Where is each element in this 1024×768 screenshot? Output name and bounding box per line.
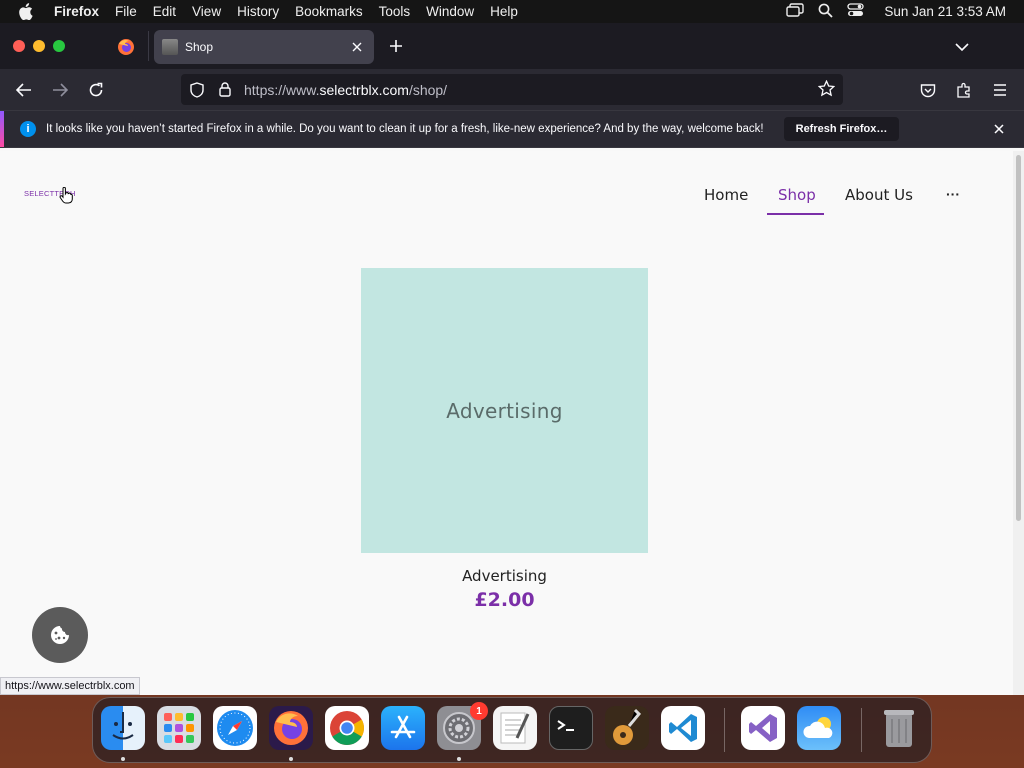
textedit-icon[interactable] <box>493 706 537 750</box>
control-center-icon[interactable] <box>847 3 865 20</box>
tracking-protection-shield-icon[interactable] <box>188 81 206 99</box>
weather-icon[interactable] <box>797 706 841 750</box>
garageband-icon[interactable] <box>605 706 649 750</box>
scrollbar-thumb[interactable] <box>1016 155 1021 521</box>
product-name[interactable]: Advertising <box>361 567 648 585</box>
menu-history[interactable]: History <box>229 0 287 23</box>
app-store-icon[interactable] <box>381 706 425 750</box>
visual-studio-icon[interactable] <box>741 706 785 750</box>
menu-bookmarks[interactable]: Bookmarks <box>287 0 371 23</box>
dock: 1 <box>92 697 932 763</box>
link-status-url: https://www.selectrblx.com <box>0 677 140 695</box>
navigation-toolbar: https://www.selectrblx.com/shop/ <box>0 69 1024 110</box>
tab-title: Shop <box>185 40 214 54</box>
close-tab-icon[interactable] <box>349 39 365 55</box>
nav-link-shop[interactable]: Shop <box>778 186 816 204</box>
cookie-icon <box>51 626 69 644</box>
url-domain: selectrblx.com <box>319 81 409 98</box>
firefox-dock-icon[interactable] <box>269 706 313 750</box>
notification-bar: i It looks like you haven’t started Fire… <box>0 110 1024 148</box>
extensions-puzzle-icon[interactable] <box>953 79 975 101</box>
notification-text: It looks like you haven’t started Firefo… <box>46 123 764 135</box>
finder-running-indicator <box>121 757 125 761</box>
finder-icon[interactable] <box>101 706 145 750</box>
page-scrollbar[interactable] <box>1013 151 1024 695</box>
site-navigation: Home Shop About Us ··· <box>0 183 1013 219</box>
list-all-tabs-chevron-down-icon[interactable] <box>952 37 972 57</box>
menu-window[interactable]: Window <box>418 0 482 23</box>
safari-icon[interactable] <box>213 706 257 750</box>
menu-view[interactable]: View <box>184 0 229 23</box>
menu-app-name[interactable]: Firefox <box>46 0 107 23</box>
cookie-settings-button[interactable] <box>32 607 88 663</box>
chrome-icon[interactable] <box>325 706 369 750</box>
bookmark-star-icon[interactable] <box>817 79 836 100</box>
url-path: /shop/ <box>408 81 448 98</box>
firefox-window: Shop https://www.selectrblx.com/shop/ i … <box>0 23 1024 695</box>
nav-more-ellipsis-icon[interactable]: ··· <box>946 186 960 202</box>
refresh-firefox-button[interactable]: Refresh Firefox… <box>783 117 900 141</box>
minimize-window-button[interactable] <box>33 40 45 52</box>
reload-icon[interactable] <box>85 79 107 101</box>
firefox-icon <box>118 39 134 55</box>
nav-link-about-us[interactable]: About Us <box>845 186 913 204</box>
product-image-text: Advertising <box>446 398 563 423</box>
system-settings-running-indicator <box>457 757 461 761</box>
menu-tools[interactable]: Tools <box>371 0 419 23</box>
menu-extras: Sun Jan 21 3:53 AM <box>786 0 1006 23</box>
back-arrow-icon[interactable] <box>13 79 35 101</box>
zoom-window-button[interactable] <box>53 40 65 52</box>
firefox-running-indicator <box>289 757 293 761</box>
nav-link-home[interactable]: Home <box>704 186 748 204</box>
tab-favicon-icon <box>162 39 178 55</box>
screen-mirroring-icon[interactable] <box>786 3 805 20</box>
spotlight-search-icon[interactable] <box>818 3 834 21</box>
new-tab-plus-icon[interactable] <box>386 36 406 56</box>
menu-help[interactable]: Help <box>482 0 526 23</box>
close-notification-icon[interactable] <box>992 122 1006 136</box>
active-nav-underline <box>767 213 824 215</box>
hamburger-menu-icon[interactable] <box>989 79 1011 101</box>
menu-bar: Firefox File Edit View History Bookmarks… <box>0 0 1024 23</box>
menu-clock[interactable]: Sun Jan 21 3:53 AM <box>884 4 1006 19</box>
url-prefix: https://www. <box>244 81 320 98</box>
web-page: SELECTTECH Home Shop About Us ··· Advert… <box>0 151 1013 695</box>
menu-edit[interactable]: Edit <box>145 0 184 23</box>
info-icon: i <box>20 121 36 137</box>
forward-arrow-icon[interactable] <box>49 79 71 101</box>
dock-divider-trash <box>861 708 862 752</box>
trash-icon[interactable] <box>877 706 921 750</box>
product-price: £2.00 <box>474 589 535 611</box>
apple-menu-icon[interactable] <box>18 3 36 21</box>
pocket-icon[interactable] <box>917 79 939 101</box>
lock-icon[interactable] <box>216 81 234 99</box>
address-bar[interactable]: https://www.selectrblx.com/shop/ <box>181 74 843 105</box>
product-image[interactable]: Advertising <box>361 268 648 553</box>
pinned-tab-firefox[interactable] <box>112 33 140 61</box>
menu-file[interactable]: File <box>107 0 145 23</box>
tab-separator <box>148 31 149 61</box>
system-settings-notification-badge: 1 <box>470 702 488 720</box>
tab-strip: Shop <box>0 23 1024 69</box>
notification-accent-stripe <box>0 111 4 147</box>
terminal-icon[interactable] <box>549 706 593 750</box>
tab-shop[interactable]: Shop <box>154 30 374 64</box>
dock-divider <box>724 708 725 752</box>
vscode-icon[interactable] <box>661 706 705 750</box>
url-text[interactable]: https://www.selectrblx.com/shop/ <box>244 82 447 98</box>
close-window-button[interactable] <box>13 40 25 52</box>
launchpad-icon[interactable] <box>157 706 201 750</box>
